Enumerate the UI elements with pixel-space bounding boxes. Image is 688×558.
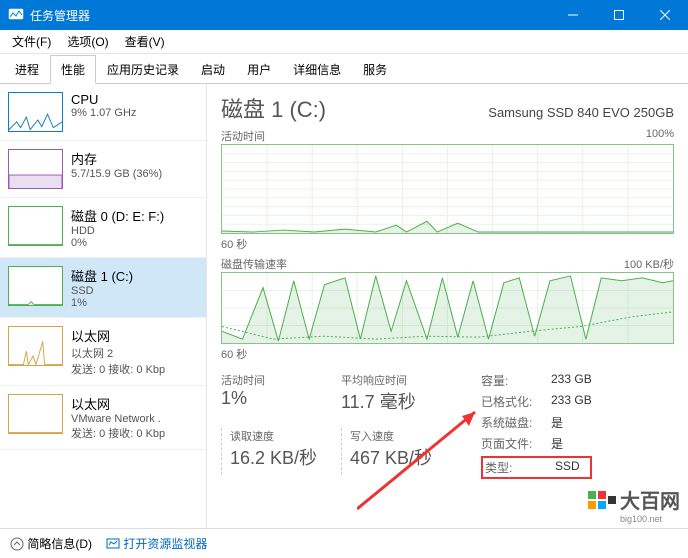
- sidebar-item-sub2: 发送: 0 接收: 0 Kbp: [71, 361, 165, 377]
- stat-read-value: 16.2 KB/秒: [230, 444, 341, 470]
- prop-type-k: 类型:: [485, 459, 555, 476]
- tab-processes[interactable]: 进程: [4, 55, 50, 83]
- tab-app-history[interactable]: 应用历史记录: [96, 55, 190, 83]
- menu-options[interactable]: 选项(O): [59, 30, 116, 53]
- prop-type-row-highlight: 类型:SSD: [481, 456, 592, 479]
- open-resmon-link[interactable]: 打开资源监视器: [106, 535, 207, 552]
- prop-system-v: 是: [551, 414, 563, 431]
- chart2-label-left: 磁盘传输速率: [221, 256, 287, 272]
- fewer-details-button[interactable]: 简略信息(D): [10, 535, 92, 552]
- sidebar-item-disk1[interactable]: 磁盘 1 (C:) SSD 1%: [0, 258, 206, 318]
- prop-pagefile-k: 页面文件:: [481, 435, 551, 452]
- tab-details[interactable]: 详细信息: [282, 55, 352, 83]
- window-title: 任务管理器: [30, 7, 550, 24]
- chart1-label-right: 100%: [646, 128, 674, 144]
- close-button[interactable]: [642, 0, 688, 30]
- tab-startup[interactable]: 启动: [190, 55, 236, 83]
- chart1-label-left: 活动时间: [221, 128, 265, 144]
- chart1-axis: 60 秒: [221, 236, 674, 252]
- sidebar-item-cpu[interactable]: CPU 9% 1.07 GHz: [0, 84, 206, 141]
- prop-formatted-k: 已格式化:: [481, 393, 551, 410]
- menu-view[interactable]: 查看(V): [117, 30, 173, 53]
- watermark-text: 大百网: [620, 491, 680, 513]
- device-name: Samsung SSD 840 EVO 250GB: [488, 105, 674, 120]
- stat-read-label: 读取速度: [230, 428, 341, 444]
- app-icon: [8, 7, 24, 23]
- sidebar-item-label: 以太网: [71, 394, 165, 413]
- sidebar-item-disk0[interactable]: 磁盘 0 (D: E: F:) HDD 0%: [0, 198, 206, 258]
- minimize-button[interactable]: [550, 0, 596, 30]
- sidebar-item-label: 磁盘 1 (C:): [71, 266, 133, 285]
- stat-write-value: 467 KB/秒: [350, 444, 461, 470]
- tab-users[interactable]: 用户: [236, 55, 282, 83]
- sidebar-item-sub: 5.7/15.9 GB (36%): [71, 168, 162, 180]
- prop-capacity-k: 容量:: [481, 372, 551, 389]
- sidebar-item-memory[interactable]: 内存 5.7/15.9 GB (36%): [0, 141, 206, 198]
- open-resmon-label: 打开资源监视器: [123, 535, 207, 552]
- sidebar: CPU 9% 1.07 GHz 内存 5.7/15.9 GB (36%) 磁盘 …: [0, 84, 207, 528]
- prop-capacity-v: 233 GB: [551, 372, 592, 389]
- sidebar-item-sub: 9% 1.07 GHz: [71, 107, 136, 119]
- sidebar-item-ethernet2[interactable]: 以太网 VMware Network . 发送: 0 接收: 0 Kbp: [0, 386, 206, 450]
- sidebar-item-sub2: 1%: [71, 297, 133, 309]
- watermark-sub: big100.net: [620, 514, 680, 524]
- stat-avg-resp-label: 平均响应时间: [341, 372, 461, 388]
- stat-active-time-label: 活动时间: [221, 372, 341, 388]
- sidebar-item-sub2: 发送: 0 接收: 0 Kbp: [71, 425, 165, 441]
- page-title: 磁盘 1 (C:): [221, 92, 326, 124]
- stat-active-time-value: 1%: [221, 388, 341, 409]
- chevron-up-icon: [10, 537, 24, 551]
- sidebar-item-ethernet1[interactable]: 以太网 以太网 2 发送: 0 接收: 0 Kbp: [0, 318, 206, 386]
- sidebar-item-sub: SSD: [71, 285, 133, 297]
- tab-services[interactable]: 服务: [352, 55, 398, 83]
- sidebar-item-sub: HDD: [71, 225, 164, 237]
- sidebar-item-label: 以太网: [71, 326, 165, 345]
- tabs: 进程 性能 应用历史记录 启动 用户 详细信息 服务: [0, 54, 688, 84]
- watermark: 大百网 big100.net: [588, 485, 680, 524]
- stat-avg-resp-value: 11.7 毫秒: [341, 388, 461, 414]
- sidebar-item-label: CPU: [71, 92, 136, 107]
- menu-file[interactable]: 文件(F): [4, 30, 59, 53]
- sidebar-item-sub: 以太网 2: [71, 345, 165, 361]
- sidebar-item-sub2: 0%: [71, 237, 164, 249]
- sidebar-item-label: 内存: [71, 149, 162, 168]
- fewer-details-label: 简略信息(D): [27, 535, 92, 552]
- chart2-label-right: 100 KB/秒: [624, 256, 674, 272]
- chart2-axis: 60 秒: [221, 346, 674, 362]
- chart-transfer-rate: [221, 272, 674, 344]
- prop-system-k: 系统磁盘:: [481, 414, 551, 431]
- resmon-icon: [106, 537, 120, 551]
- chart-active-time: [221, 144, 674, 234]
- stat-write-label: 写入速度: [350, 428, 461, 444]
- watermark-icon: [588, 491, 616, 519]
- main-panel: 磁盘 1 (C:) Samsung SSD 840 EVO 250GB 活动时间…: [207, 84, 688, 528]
- tab-performance[interactable]: 性能: [50, 55, 96, 84]
- maximize-button[interactable]: [596, 0, 642, 30]
- sidebar-item-sub: VMware Network .: [71, 413, 165, 425]
- sidebar-item-label: 磁盘 0 (D: E: F:): [71, 206, 164, 225]
- prop-pagefile-v: 是: [551, 435, 563, 452]
- prop-formatted-v: 233 GB: [551, 393, 592, 410]
- prop-type-v: SSD: [555, 459, 580, 476]
